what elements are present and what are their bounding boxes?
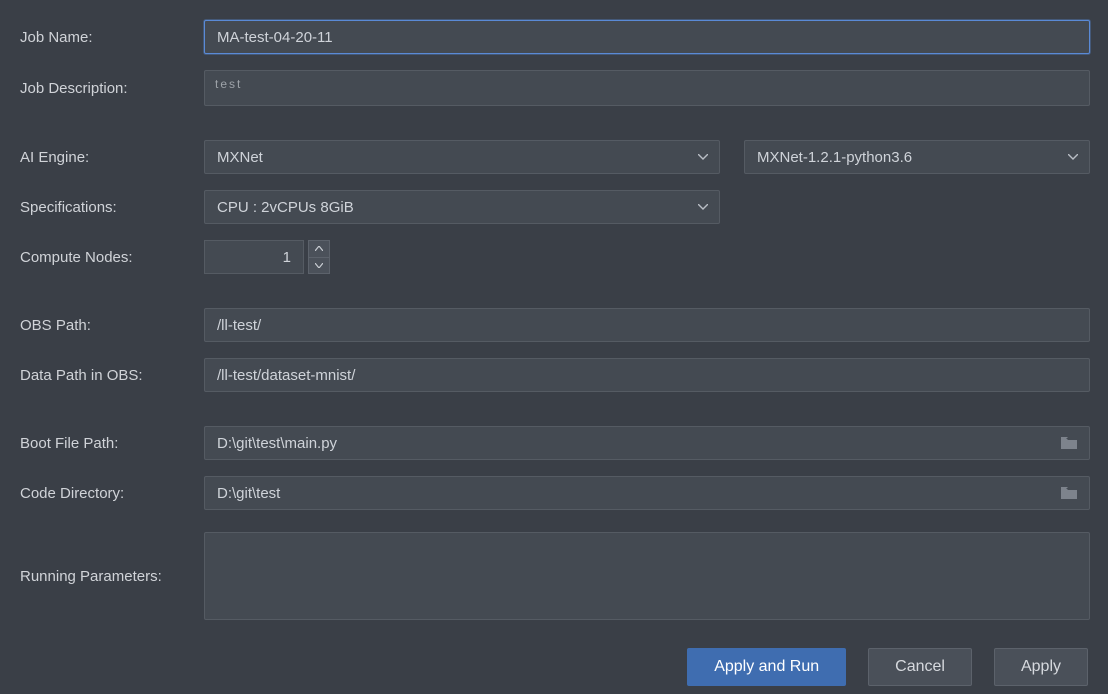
specifications-row: Specifications: [18,190,1090,224]
chevron-up-icon [315,246,323,251]
specifications-label: Specifications: [18,199,204,216]
boot-file-label: Boot File Path: [18,435,204,452]
compute-nodes-row: Compute Nodes: [18,240,1090,274]
obs-path-row: OBS Path: [18,308,1090,342]
obs-path-input[interactable] [204,308,1090,342]
apply-button[interactable]: Apply [994,648,1088,686]
boot-file-input[interactable] [204,426,1090,460]
chevron-down-icon [315,263,323,268]
data-path-input[interactable] [204,358,1090,392]
ai-engine-label: AI Engine: [18,149,204,166]
code-dir-row: Code Directory: [18,476,1090,510]
compute-nodes-input[interactable] [204,240,304,274]
running-params-row: Running Parameters: [18,532,1090,620]
stepper-down-button[interactable] [308,257,330,275]
boot-file-row: Boot File Path: [18,426,1090,460]
compute-nodes-stepper[interactable] [204,240,330,274]
ai-engine-version-select[interactable] [744,140,1090,174]
obs-path-label: OBS Path: [18,317,204,334]
dialog-buttons: Apply and Run Cancel Apply [18,648,1090,686]
folder-icon[interactable] [1060,436,1078,450]
folder-icon[interactable] [1060,486,1078,500]
code-dir-label: Code Directory: [18,485,204,502]
stepper-up-button[interactable] [308,240,330,257]
compute-nodes-label: Compute Nodes: [18,249,204,266]
job-description-row: Job Description: [18,70,1090,106]
specifications-select[interactable] [204,190,720,224]
running-params-label: Running Parameters: [18,568,204,585]
data-path-row: Data Path in OBS: [18,358,1090,392]
ai-engine-row: AI Engine: [18,140,1090,174]
data-path-label: Data Path in OBS: [18,367,204,384]
job-name-row: Job Name: [18,20,1090,54]
specifications-value[interactable] [204,190,720,224]
code-dir-input[interactable] [204,476,1090,510]
job-name-input[interactable] [204,20,1090,54]
apply-and-run-button[interactable]: Apply and Run [687,648,846,686]
job-description-label: Job Description: [18,80,204,97]
ai-engine-version-value[interactable] [744,140,1090,174]
ai-engine-value[interactable] [204,140,720,174]
job-description-input[interactable] [204,70,1090,106]
ai-engine-select[interactable] [204,140,720,174]
job-name-label: Job Name: [18,29,204,46]
running-params-input[interactable] [204,532,1090,620]
cancel-button[interactable]: Cancel [868,648,972,686]
